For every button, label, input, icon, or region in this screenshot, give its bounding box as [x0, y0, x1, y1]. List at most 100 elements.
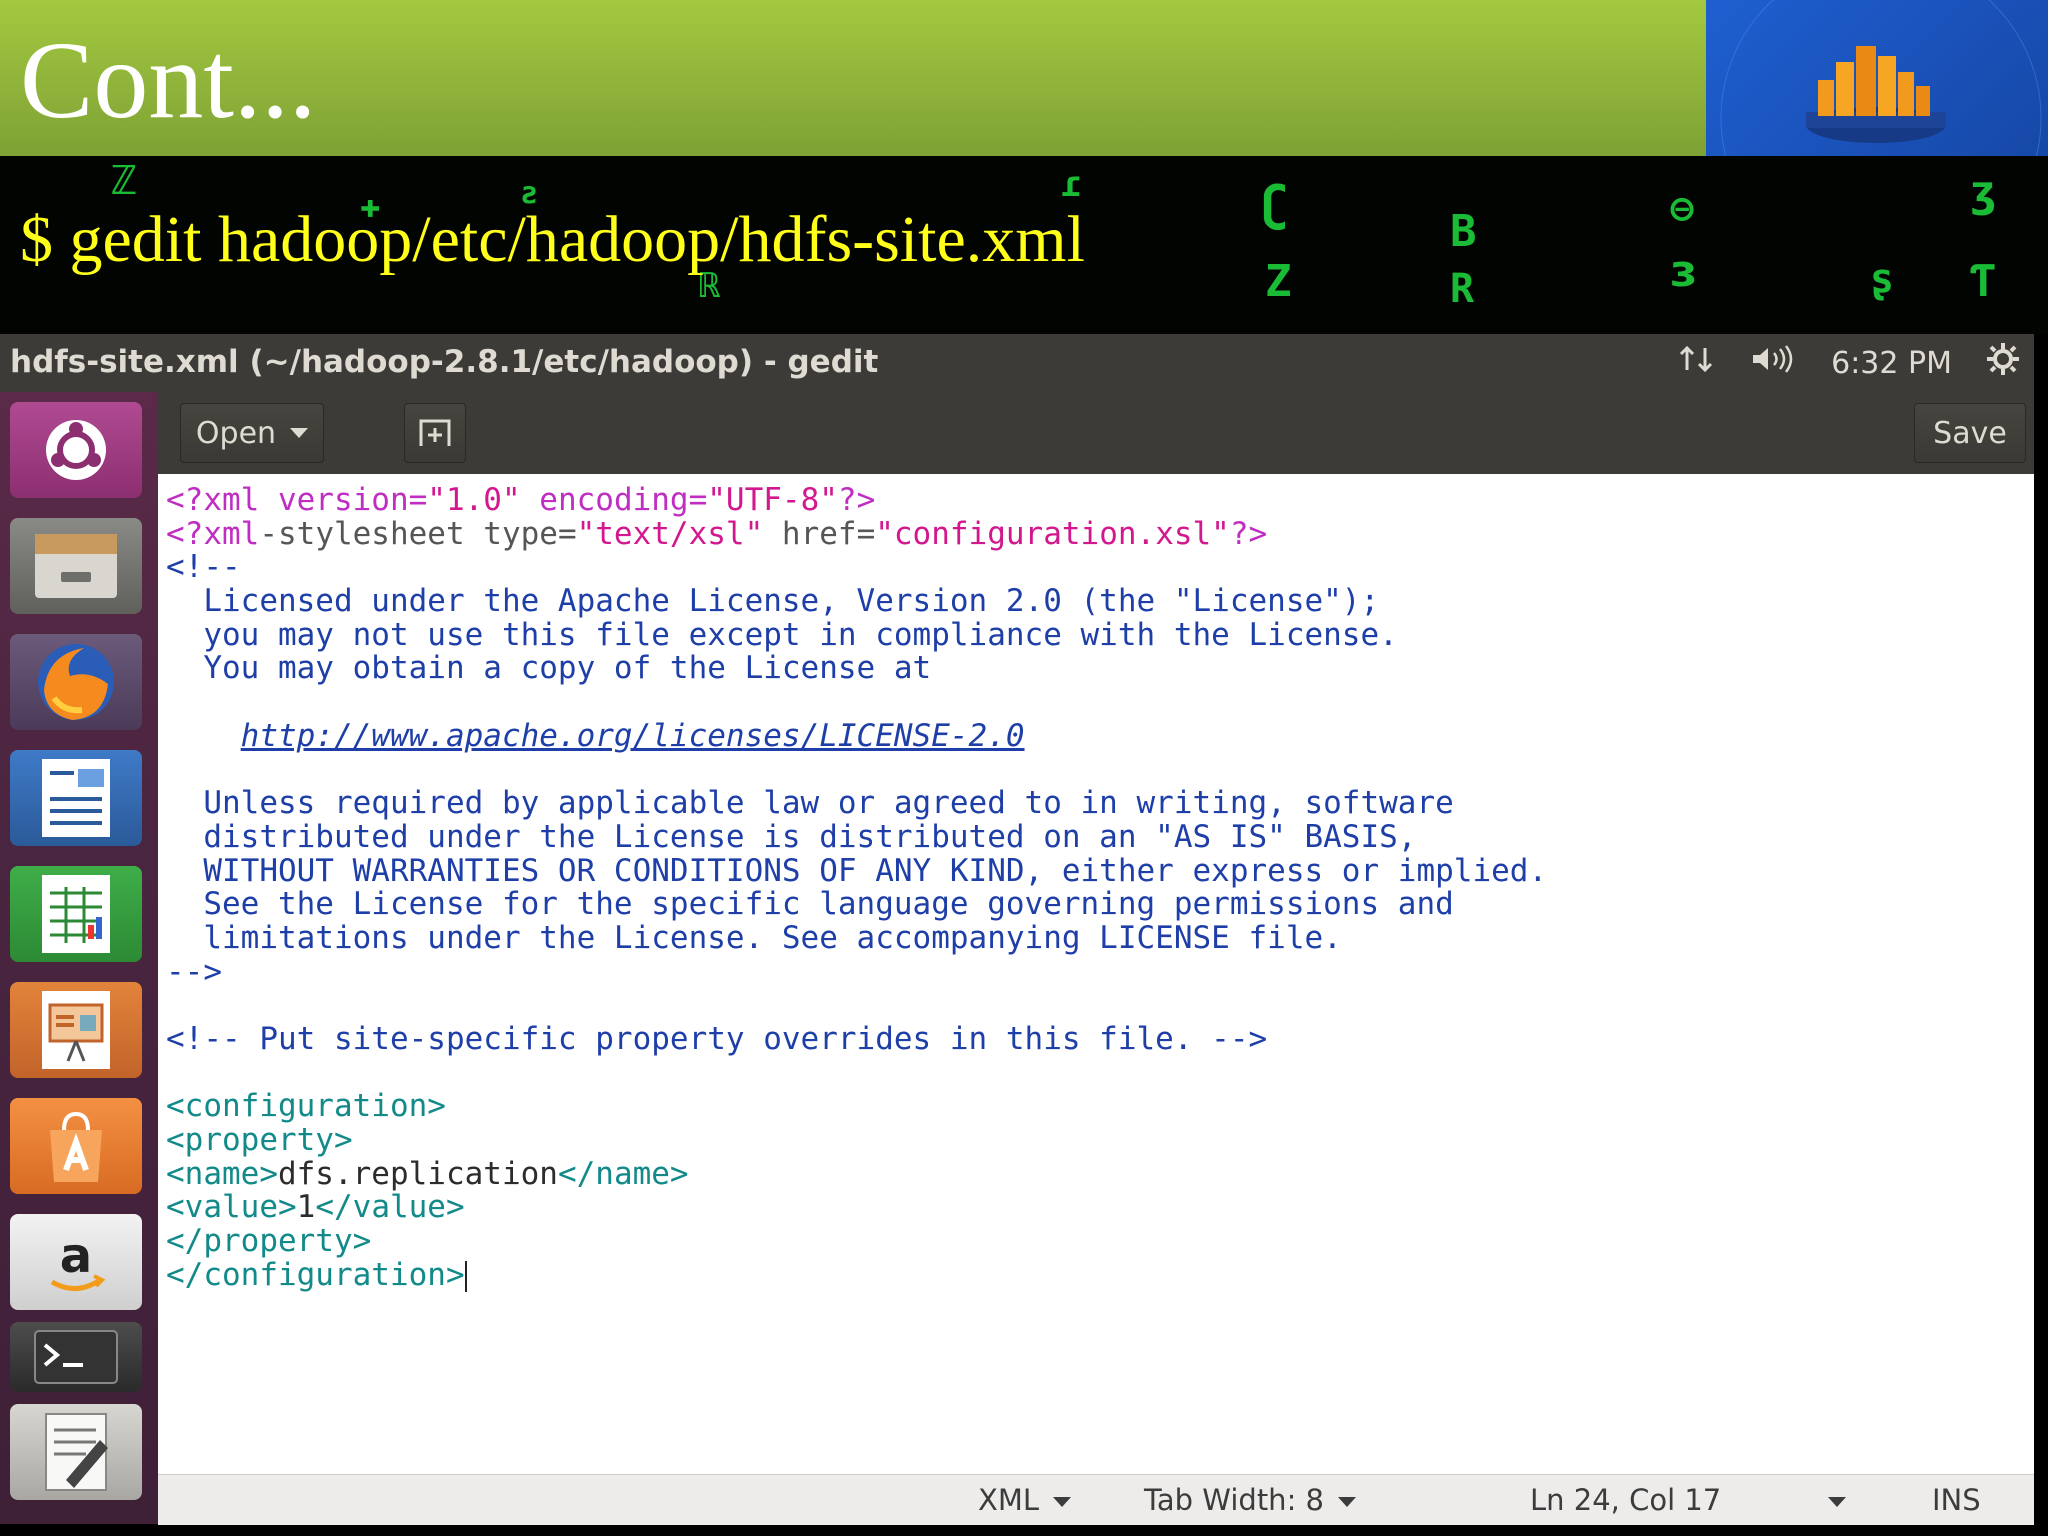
- xml-tag-line: <value>1</value>: [166, 1191, 1547, 1225]
- new-document-button[interactable]: [404, 403, 466, 463]
- top-panel: hdfs-site.xml (~/hadoop-2.8.1/etc/hadoop…: [0, 334, 2034, 392]
- matrix-glyph: ⊖: [1670, 186, 1695, 232]
- xml-tag-line: <configuration>: [166, 1088, 446, 1125]
- chevron-down-icon: [290, 428, 309, 438]
- insert-mode[interactable]: INS: [1932, 1483, 1981, 1517]
- amazon-icon[interactable]: a: [10, 1214, 142, 1310]
- save-button[interactable]: Save: [1914, 403, 2026, 463]
- comment-line: <!--: [166, 549, 241, 586]
- property-value: 1: [296, 1189, 316, 1226]
- new-document-icon: [419, 419, 451, 446]
- xml-tag: <value>: [166, 1189, 297, 1226]
- clock[interactable]: 6:32 PM: [1831, 346, 1952, 381]
- attribute-value: "UTF-8": [707, 482, 838, 518]
- terminal-icon[interactable]: [10, 1322, 142, 1392]
- text-editor-area[interactable]: <?xml version="1.0" encoding="UTF-8"?> <?…: [158, 474, 2034, 1474]
- slide-title: Cont...: [20, 19, 317, 141]
- software-center-icon[interactable]: [10, 1098, 142, 1194]
- matrix-glyph: B: [1450, 206, 1477, 257]
- svg-text:a: a: [60, 1228, 92, 1284]
- comment-line: You may obtain a copy of the License at: [166, 650, 932, 687]
- attribute-value: "text/xsl": [576, 515, 764, 552]
- comment-line: distributed under the License is distrib…: [166, 818, 1417, 855]
- gedit-window: hdfs-site.xml (~/hadoop-2.8.1/etc/hadoop…: [0, 334, 2034, 1525]
- chevron-down-icon: [1828, 1497, 1846, 1507]
- window-title: hdfs-site.xml (~/hadoop-2.8.1/etc/hadoop…: [10, 344, 879, 380]
- open-button-label: Open: [195, 415, 277, 451]
- attribute-value: "configuration.xsl": [875, 515, 1230, 552]
- matrix-glyph: ʂ: [1870, 256, 1895, 302]
- xml-tag: <name>: [166, 1155, 278, 1192]
- xml-tag: </configuration>: [166, 1256, 465, 1293]
- comment-line: Unless required by applicable law or agr…: [166, 785, 1454, 822]
- writer-icon[interactable]: [10, 750, 142, 846]
- matrix-glyph: ʗ: [1260, 176, 1289, 232]
- xml-stylesheet: -stylesheet type=: [259, 515, 577, 552]
- matrix-glyph: Ƭ: [1970, 256, 1997, 307]
- xml-stylesheet: <?xml: [166, 515, 260, 552]
- matrix-glyph: Z: [1265, 256, 1292, 307]
- launcher: a: [0, 392, 158, 1524]
- text-cursor: [464, 1260, 467, 1292]
- comment-line: WITHOUT WARRANTIES OR CONDITIONS OF ANY …: [166, 852, 1548, 889]
- xml-tag: </name>: [557, 1155, 689, 1192]
- code-line: <?xml version="1.0" encoding="UTF-8"?>: [166, 482, 1547, 518]
- chevron-down-icon: [1053, 1497, 1072, 1507]
- matrix-glyph: R: [1450, 266, 1475, 312]
- comment-line: [166, 754, 1547, 788]
- matrix-glyph: ℤ: [112, 158, 137, 204]
- xml-stylesheet: ?>: [1229, 515, 1268, 552]
- files-icon[interactable]: [10, 518, 142, 614]
- cursor-position[interactable]: Ln 24, Col 17: [1530, 1483, 1721, 1517]
- calc-icon[interactable]: [10, 866, 142, 962]
- xml-tag-line: <name>dfs.replication</name>: [166, 1155, 1547, 1192]
- open-button[interactable]: Open: [180, 403, 324, 463]
- language-selector[interactable]: XML: [978, 1483, 1072, 1517]
- xml-declaration: ?>: [837, 482, 876, 518]
- xml-tag: </value>: [315, 1189, 465, 1226]
- hadoop-logo: [1706, 0, 2048, 279]
- language-label: XML: [978, 1483, 1040, 1517]
- comment-line: http://www.apache.org/licenses/LICENSE-2…: [166, 718, 1547, 754]
- xml-declaration: encoding=: [520, 482, 708, 518]
- ubuntu-dash-icon[interactable]: [10, 402, 142, 498]
- slide-header: Cont...: [0, 0, 1706, 156]
- xml-stylesheet: href=: [763, 515, 876, 552]
- chevron-down-icon: [1338, 1497, 1357, 1507]
- toolbar: Open Save: [158, 392, 2034, 474]
- save-button-label: Save: [1933, 415, 2007, 451]
- matrix-glyph: ʒ: [1970, 166, 1997, 217]
- indicator-area: 6:32 PM: [1679, 340, 2020, 386]
- comment-line: <!-- Put site-specific property override…: [166, 1021, 1268, 1057]
- impress-icon[interactable]: [10, 982, 142, 1078]
- settings-gear-icon[interactable]: [1986, 342, 2020, 384]
- network-icon[interactable]: [1679, 344, 1717, 382]
- xml-declaration: <?xml version=: [166, 482, 428, 518]
- cursor-position-label: Ln 24, Col 17: [1530, 1483, 1722, 1517]
- license-link[interactable]: http://www.apache.org/licenses/LICENSE-2…: [241, 718, 1025, 754]
- comment-line: you may not use this file except in comp…: [166, 616, 1398, 653]
- hadoop-logo-icon: [1720, 0, 2042, 279]
- command-text: $ gedit hadoop/etc/hadoop/hdfs-site.xml: [20, 203, 1085, 276]
- position-dropdown[interactable]: [1828, 1483, 1846, 1517]
- status-bar: XML Tab Width: 8 Ln 24, Col 17 INS: [158, 1474, 2034, 1525]
- xml-tag-line: </property>: [166, 1223, 372, 1260]
- xml-tag-line: <property>: [166, 1122, 353, 1159]
- code-line: <?xml-stylesheet type="text/xsl" href="c…: [166, 515, 1547, 552]
- comment-line: -->: [166, 953, 222, 990]
- comment-line: [166, 686, 1547, 720]
- volume-icon[interactable]: [1751, 344, 1797, 382]
- tab-width-label: Tab Width: 8: [1144, 1483, 1325, 1517]
- comment-line: limitations under the License. See accom…: [166, 919, 1342, 956]
- matrix-glyph: ɾ: [1060, 164, 1082, 205]
- comment-line: Licensed under the Apache License, Versi…: [166, 583, 1380, 620]
- firefox-icon[interactable]: [10, 634, 142, 730]
- comment-line: See the License for the specific languag…: [166, 886, 1454, 923]
- code-content[interactable]: <?xml version="1.0" encoding="UTF-8"?> <?…: [166, 482, 1548, 1293]
- property-name-value: dfs.replication: [277, 1155, 558, 1192]
- text-editor-icon[interactable]: [10, 1404, 142, 1500]
- tab-width-selector[interactable]: Tab Width: 8: [1144, 1483, 1357, 1517]
